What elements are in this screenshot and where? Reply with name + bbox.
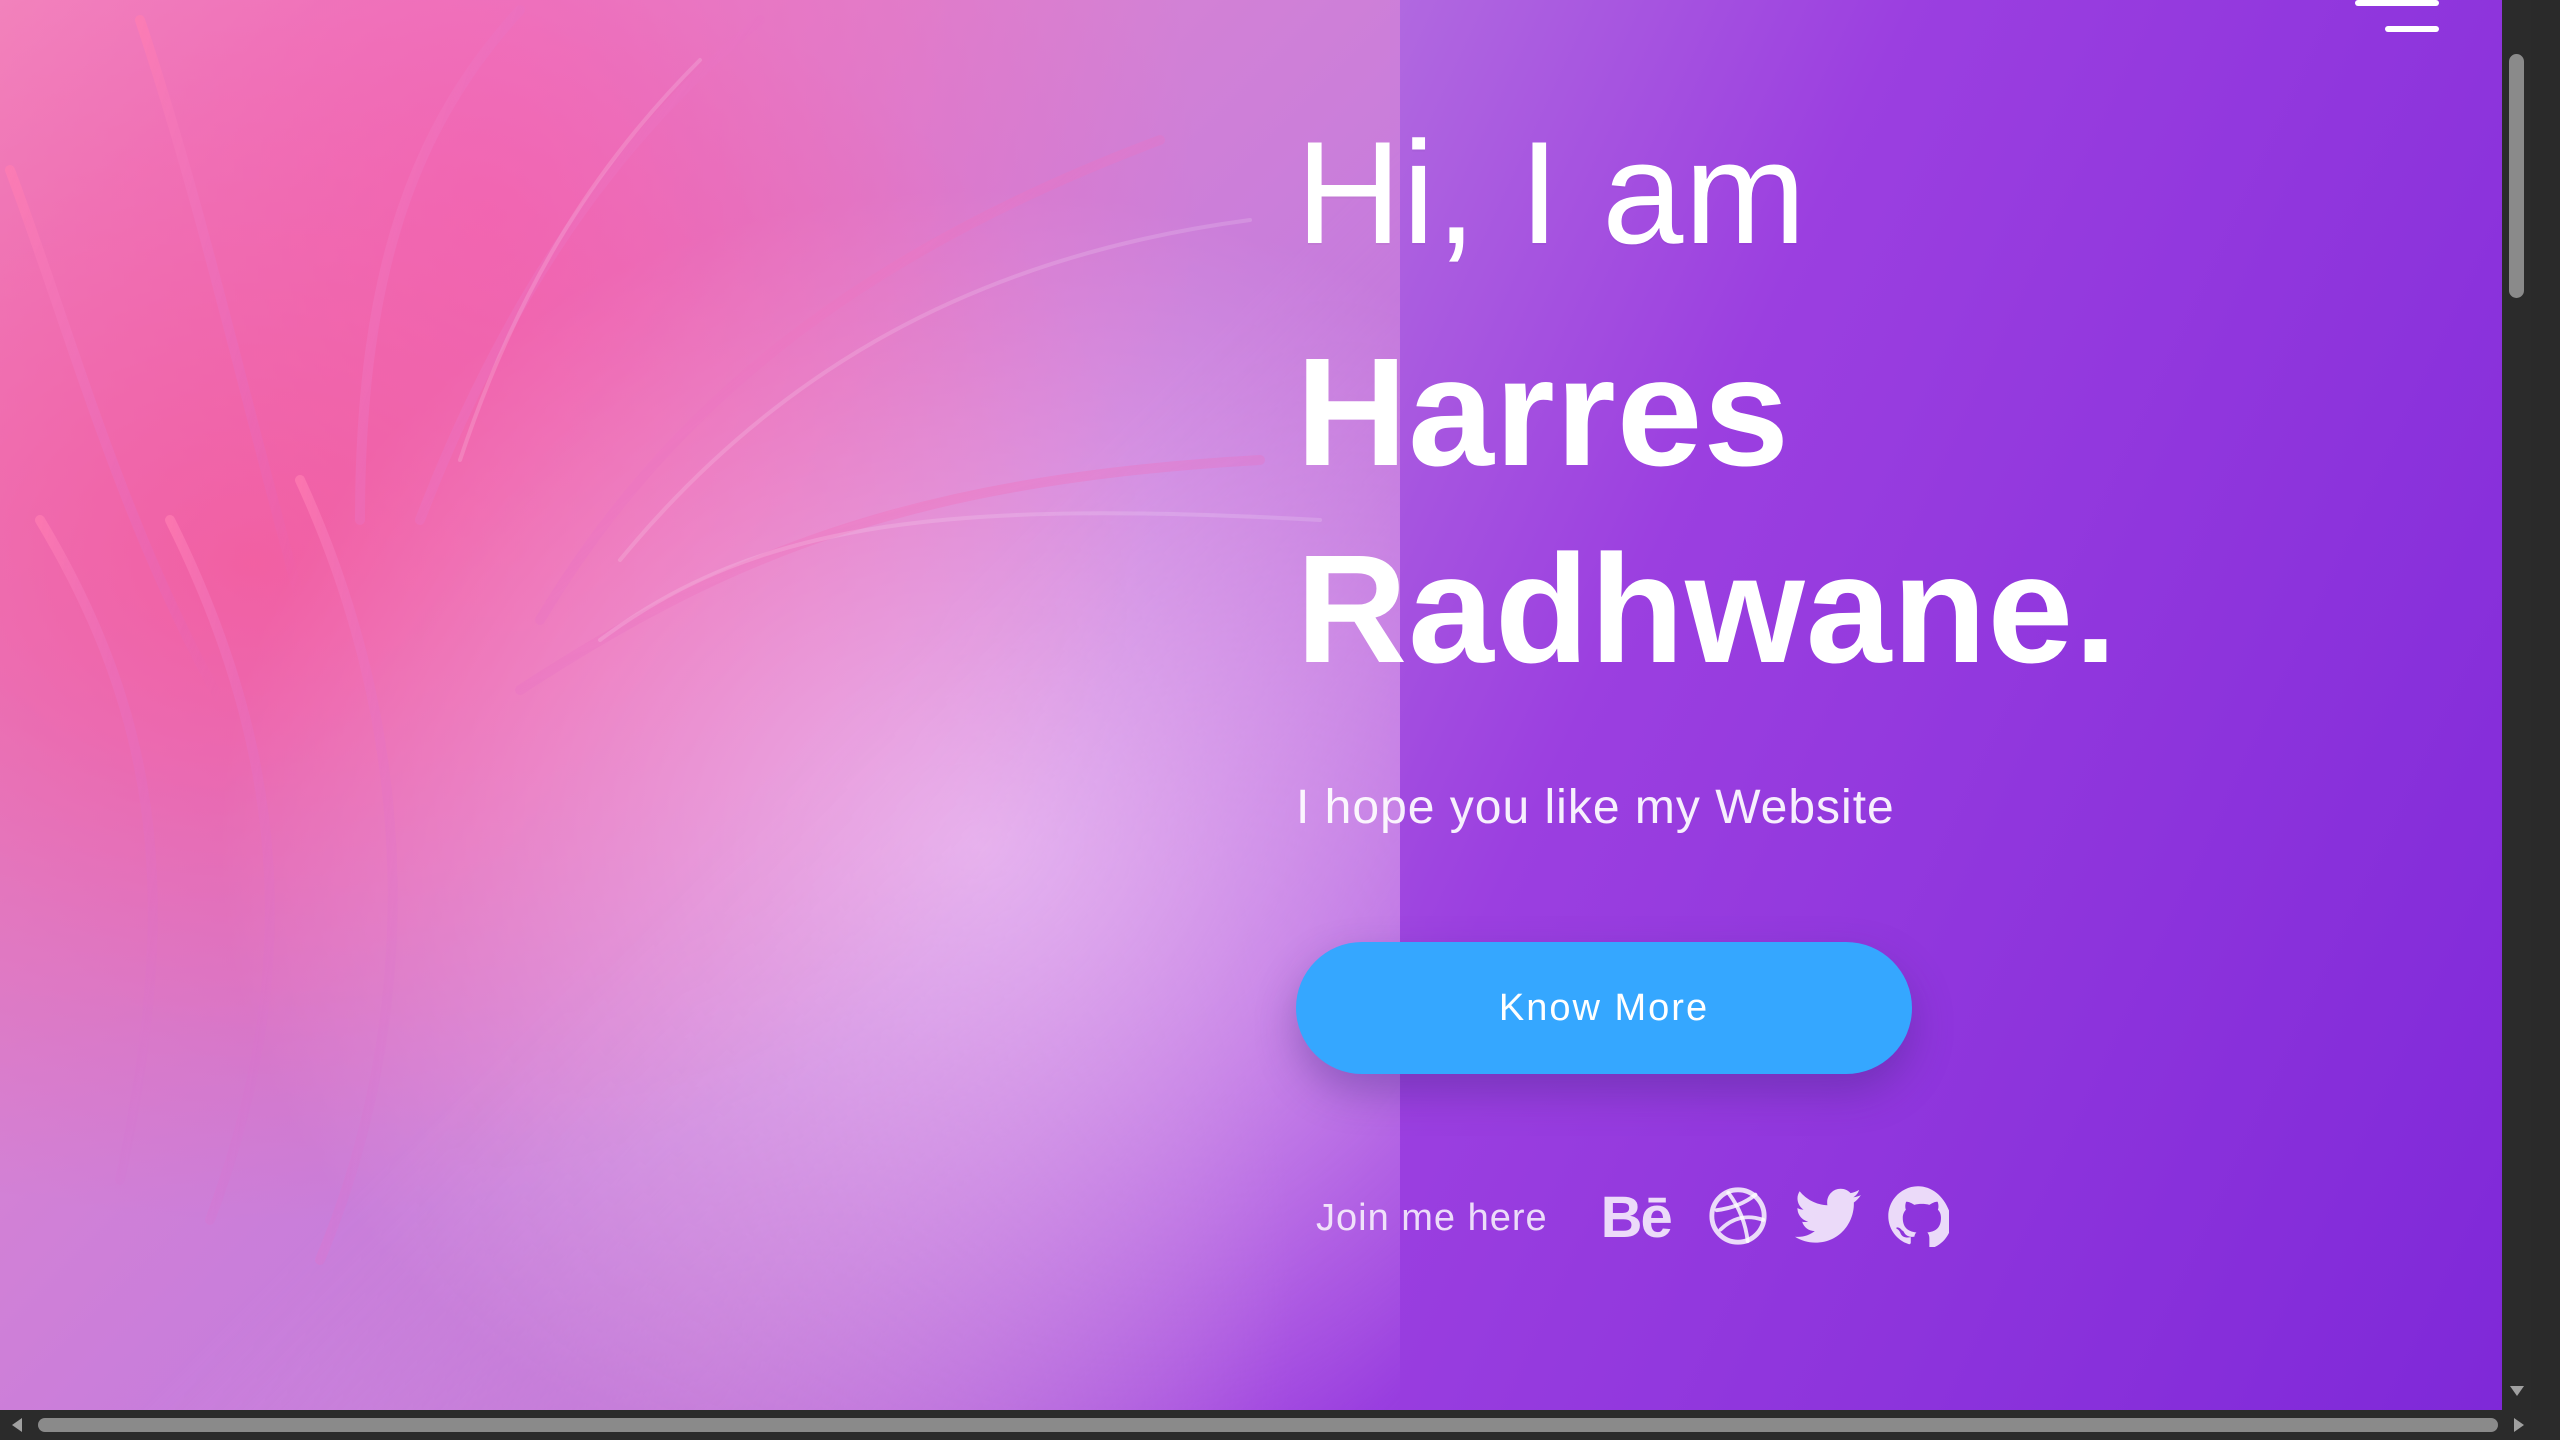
dribbble-link[interactable] xyxy=(1706,1186,1770,1250)
github-icon xyxy=(1887,1185,1952,1251)
scroll-left-arrow-icon[interactable] xyxy=(12,1418,22,1432)
hero-name-line1: Harres xyxy=(1296,326,1791,498)
social-links: Join me here Bē xyxy=(1316,1185,1952,1251)
hero-hair-illustration xyxy=(5,5,1322,1265)
hamburger-menu-icon-bar xyxy=(2385,26,2439,32)
vertical-scrollbar[interactable] xyxy=(2502,0,2531,1410)
hero-content: Hi, I am Harres Radhwane. I hope you lik… xyxy=(1296,111,2296,1249)
hero-name-line2: Radhwane. xyxy=(1296,523,2118,696)
hero-tagline: I hope you like my Website xyxy=(1296,781,1895,835)
know-more-button[interactable]: Know More xyxy=(1296,942,1912,1074)
behance-link[interactable]: Bē xyxy=(1592,1186,1680,1250)
hero-viewport: Hi, I am Harres Radhwane. I hope you lik… xyxy=(0,0,2531,1410)
behance-icon: Bē xyxy=(1600,1185,1673,1250)
social-label: Join me here xyxy=(1316,1196,1548,1239)
vertical-scroll-thumb[interactable] xyxy=(2509,54,2524,298)
horizontal-scrollbar[interactable] xyxy=(0,1410,2560,1440)
scroll-down-arrow-icon[interactable] xyxy=(2510,1386,2524,1396)
scroll-right-arrow-icon[interactable] xyxy=(2514,1418,2524,1432)
dribbble-icon xyxy=(1707,1185,1769,1251)
hero-name: Harres Radhwane. xyxy=(1296,314,2296,708)
menu-button[interactable] xyxy=(2351,0,2439,44)
hero-greeting: Hi, I am xyxy=(1296,111,1807,274)
twitter-link[interactable] xyxy=(1794,1186,1861,1250)
twitter-icon xyxy=(1794,1187,1861,1249)
hamburger-menu-icon xyxy=(2355,0,2439,6)
horizontal-scroll-thumb[interactable] xyxy=(38,1418,2498,1432)
github-link[interactable] xyxy=(1886,1185,1952,1251)
